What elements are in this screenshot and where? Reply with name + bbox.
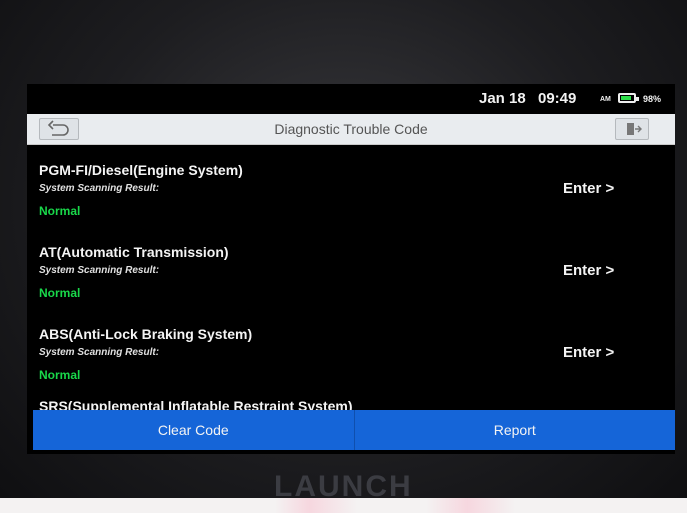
status-text: Normal: [39, 368, 81, 382]
enter-button[interactable]: Enter >: [563, 262, 614, 279]
scan-result-label: System Scanning Result:: [39, 183, 160, 194]
status-text: Normal: [39, 204, 81, 218]
bottom-button-bar: Clear Code Report: [33, 410, 675, 450]
battery-level: [621, 96, 632, 100]
clear-code-button[interactable]: Clear Code: [33, 410, 354, 450]
page-title: Diagnostic Trouble Code: [274, 121, 428, 137]
exit-icon: [627, 123, 642, 135]
exit-button[interactable]: [615, 118, 649, 140]
battery-icon: [618, 93, 639, 103]
status-date: Jan 18: [479, 90, 526, 107]
status-time: 09:49: [538, 90, 577, 107]
list-item: AT(Automatic Transmission) System Scanni…: [27, 228, 675, 310]
system-name: AT(Automatic Transmission): [39, 244, 229, 260]
list-item: ABS(Anti-Lock Braking System) System Sca…: [27, 310, 675, 392]
system-name: ABS(Anti-Lock Braking System): [39, 326, 253, 342]
list-item: PGM-FI/Diesel(Engine System) System Scan…: [27, 146, 675, 228]
title-bar: Diagnostic Trouble Code: [27, 114, 675, 145]
enter-button[interactable]: Enter >: [563, 344, 614, 361]
report-button[interactable]: Report: [353, 410, 676, 450]
status-text: Normal: [39, 286, 81, 300]
bottom-strip: [0, 498, 687, 513]
scan-result-label: System Scanning Result:: [39, 265, 160, 276]
status-ampm: AM: [600, 96, 611, 103]
system-list: PGM-FI/Diesel(Engine System) System Scan…: [27, 146, 675, 454]
system-name: PGM-FI/Diesel(Engine System): [39, 162, 243, 178]
enter-button[interactable]: Enter >: [563, 180, 614, 197]
scan-result-label: System Scanning Result:: [39, 347, 160, 358]
status-bar: Jan 18 09:49 AM 98%: [27, 84, 675, 114]
device-screen: Jan 18 09:49 AM 98% Diagnostic Trouble C…: [27, 84, 675, 454]
battery-percent: 98%: [643, 94, 662, 104]
